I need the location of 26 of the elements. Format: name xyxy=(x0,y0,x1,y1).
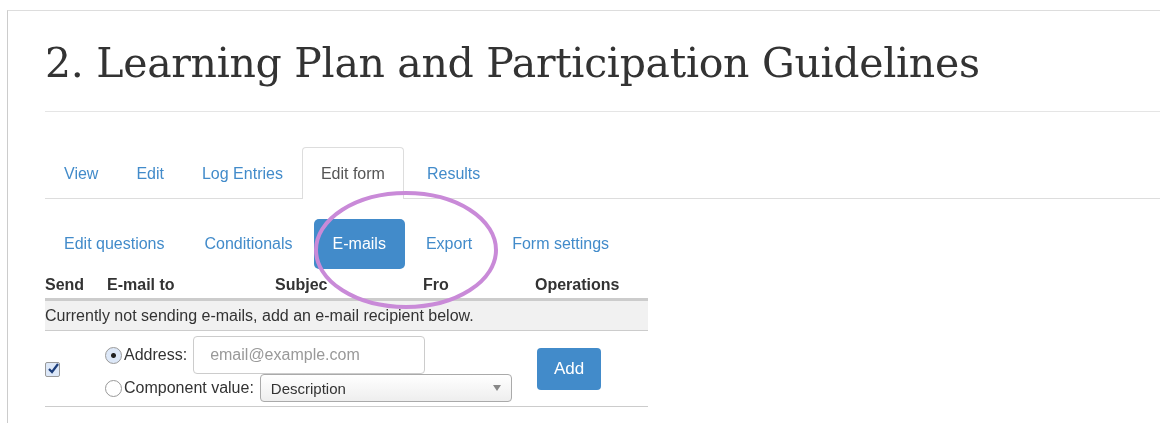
email-field[interactable]: email@example.com xyxy=(193,336,426,374)
column-header: E-mail to xyxy=(107,275,176,295)
option-label: Address: xyxy=(124,346,188,364)
tab[interactable]: Edit xyxy=(117,147,183,199)
option-label: Component value: xyxy=(124,379,254,397)
tab[interactable]: View xyxy=(45,147,118,199)
add-button[interactable]: Add xyxy=(537,348,601,390)
subtab[interactable]: Form settings xyxy=(493,219,629,269)
page-title: 2. Learning Plan and Participation Guidelines xyxy=(45,38,981,89)
column-header: Operations xyxy=(535,275,620,295)
message-row: Currently not sending e-mails, add an e-mail recipient below. xyxy=(45,301,648,331)
component-select[interactable]: Description xyxy=(259,374,512,402)
subtab[interactable]: E-mails xyxy=(313,219,405,269)
tab[interactable]: Results xyxy=(407,147,500,199)
caret-icon xyxy=(492,385,501,391)
send-checkbox[interactable] xyxy=(45,361,60,377)
radio-button[interactable] xyxy=(105,379,122,397)
column-header: Fro xyxy=(423,275,450,295)
subtab[interactable]: Export xyxy=(406,219,492,269)
tab[interactable]: Log Entries xyxy=(182,147,302,199)
column-header: Subjec xyxy=(275,275,329,295)
subtab[interactable]: Conditionals xyxy=(185,219,312,269)
column-header: Send xyxy=(45,275,86,295)
radio-button[interactable] xyxy=(105,346,122,364)
subtab[interactable]: Edit questions xyxy=(45,219,184,269)
tab[interactable]: Edit form xyxy=(301,147,404,199)
